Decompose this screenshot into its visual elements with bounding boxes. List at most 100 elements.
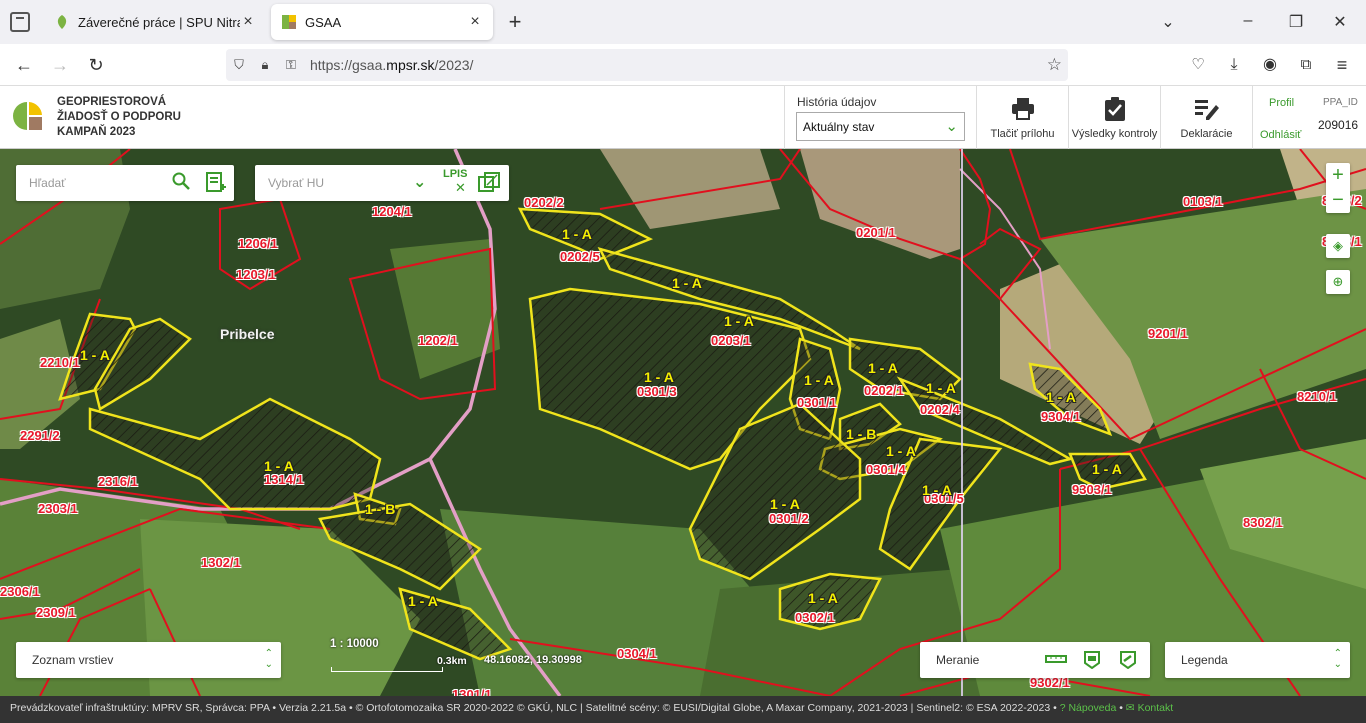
measure-label: Meranie (936, 653, 980, 667)
lpis-toggle-icon[interactable]: LPIS ✕ (443, 168, 467, 196)
legend-select[interactable]: Legenda ⌃ ⌄ (1165, 642, 1350, 678)
control-results-button[interactable]: Výsledky kontroly (1068, 86, 1160, 149)
menu-icon[interactable]: ≡ (1330, 53, 1354, 77)
declaration-label: 1 - B (365, 501, 396, 517)
declaration-label: 1 - A (264, 458, 294, 474)
logout-link[interactable]: Odhlásiť (1260, 129, 1301, 141)
reload-icon[interactable]: ↻ (84, 53, 108, 77)
parcel-label: 0201/1 (856, 225, 896, 240)
parcel-label: 0301/4 (866, 462, 906, 477)
chevron-down-icon[interactable]: ⌄ (413, 172, 426, 192)
parcel-label: 0301/1 (797, 395, 837, 410)
spu-favicon-icon (54, 14, 70, 30)
parcel-label: 1302/1 (201, 555, 241, 570)
browser-nav-bar: ← → ↻ ⛉ 🔒︎ ⚿ https://gsaa.mpsr.sk/2023/ … (0, 44, 1366, 86)
account-icon[interactable]: ◉ (1258, 53, 1282, 77)
brand-title: GEOPRIESTOROVÁ ŽIADOSŤ O PODPORU KAMPAŇ … (57, 95, 181, 140)
zoom-in-button[interactable]: + (1326, 163, 1350, 188)
bookmark-star-icon[interactable]: ☆ (1047, 55, 1062, 75)
parcel-label: 9304/1 (1041, 409, 1081, 424)
declaration-label: 1 - A (672, 275, 702, 291)
parcel-label: 2210/1 (40, 355, 80, 370)
legend-label: Legenda (1181, 653, 1228, 667)
parcel-label: 1314/1 (264, 472, 304, 487)
layers-list-label: Zoznam vrstiev (32, 653, 114, 667)
cursor-coordinates: 48.16082, 19.30998 (484, 654, 582, 666)
history-select[interactable]: Aktuálny stav ⌄ (796, 112, 965, 141)
parcel-label: 0302/1 (795, 610, 835, 625)
print-attachment-button[interactable]: Tlačiť prílohu (976, 86, 1068, 149)
layers-list-select[interactable]: Zoznam vrstiev ⌃ ⌄ (16, 642, 281, 678)
restore-icon[interactable]: ❐ (1284, 12, 1308, 32)
close-icon[interactable]: × (240, 14, 256, 30)
parcel-label: 9201/1 (1148, 326, 1188, 341)
declaration-label: 1 - A (808, 590, 838, 606)
parcel-label: 0202/4 (920, 402, 960, 417)
search-input[interactable]: Hľadať (29, 176, 66, 190)
parcel-label: 0301/3 (637, 384, 677, 399)
print-label: Tlačiť prílohu (990, 128, 1055, 140)
parcel-label: 1204/1 (372, 204, 412, 219)
parcel-label: 2303/1 (38, 501, 78, 516)
chevron-down-icon[interactable]: ⌄ (1156, 12, 1180, 32)
help-link[interactable]: Nápoveda (1068, 702, 1116, 714)
lock-icon[interactable]: 🔒︎ (252, 57, 278, 73)
clipboard-check-icon (1069, 96, 1160, 122)
browser-tab-spu[interactable]: Záverečné práce | SPU Nitra × (44, 4, 266, 40)
measurement-line (961, 149, 963, 696)
history-selected-value: Aktuálny stav (803, 120, 875, 134)
back-arrow-icon[interactable]: ← (12, 53, 36, 77)
parcel-label: 0202/5 (560, 249, 600, 264)
zoom-out-button[interactable]: − (1326, 188, 1350, 213)
parcel-label: 1301/1 (452, 687, 492, 696)
declarations-button[interactable]: Deklarácie (1160, 86, 1252, 149)
tab-overview-icon[interactable] (10, 12, 30, 32)
declaration-label: 1 - A (868, 360, 898, 376)
village-label: Pribelce (220, 326, 275, 342)
download-icon[interactable]: ⤓ (1222, 53, 1246, 77)
parcel-label: 0103/1 (1183, 194, 1223, 209)
scale-distance: 0.3km (437, 655, 467, 667)
parcel-label: 2309/1 (36, 605, 76, 620)
map-canvas[interactable]: 0202/2 0202/5 1204/1 1206/1 1203/1 0201/… (0, 149, 1366, 696)
profile-link[interactable]: Profil (1269, 97, 1294, 109)
url-prefix: https://gsaa. (310, 57, 387, 73)
key-icon[interactable]: ⚿ (278, 57, 304, 73)
declaration-label: 1 - A (724, 313, 754, 329)
footer: Prevádzkovateľ infraštruktúry: MPRV SR, … (0, 696, 1366, 723)
tab-title: GSAA (305, 14, 342, 30)
profile-panel: Profil Odhlásiť PPA_ID 209016 (1252, 86, 1366, 149)
gsaa-favicon-icon (281, 14, 297, 30)
map-scale-ratio: 1 : 10000 (330, 638, 379, 650)
browser-tab-gsaa[interactable]: GSAA × (271, 4, 493, 40)
parcel-label: 1206/1 (238, 236, 278, 251)
orthophoto-layer (0, 149, 1366, 696)
brand-line: KAMPAŇ 2023 (57, 126, 136, 138)
url-bar[interactable]: ⛉ 🔒︎ ⚿ https://gsaa.mpsr.sk/2023/ ☆ (226, 49, 1068, 81)
declaration-label: 1 - A (926, 380, 956, 396)
gsaa-logo[interactable] (12, 100, 44, 132)
contact-link[interactable]: Kontakt (1138, 702, 1174, 714)
shield-icon[interactable]: ⛉ (226, 57, 252, 73)
extensions-icon[interactable]: ⧉ (1294, 53, 1318, 77)
app-header: GEOPRIESTOROVÁ ŽIADOSŤ O PODPORU KAMPAŇ … (0, 86, 1366, 149)
search-box[interactable]: Hľadať (16, 165, 234, 201)
minimize-icon[interactable]: – (1236, 12, 1260, 30)
parcel-label: 0301/2 (769, 511, 809, 526)
new-tab-icon[interactable]: + (503, 10, 527, 34)
declaration-label: 1 - A (770, 496, 800, 512)
layers-icon[interactable]: ◈ (1326, 234, 1350, 258)
close-icon[interactable]: × (467, 14, 483, 30)
locate-icon[interactable]: ⊕ (1326, 270, 1350, 294)
results-label: Výsledky kontroly (1071, 128, 1158, 140)
tab-title: Záverečné práce | SPU Nitra (78, 14, 240, 30)
declaration-label: 1 - A (804, 372, 834, 388)
forward-arrow-icon[interactable]: → (48, 53, 72, 77)
window-close-icon[interactable]: ✕ (1328, 12, 1352, 32)
url-text[interactable]: https://gsaa.mpsr.sk/2023/ (310, 57, 473, 73)
declaration-label: 1 - A (644, 369, 674, 385)
hu-select[interactable]: Vybrať HU ⌄ LPIS ✕ (255, 165, 509, 201)
pocket-icon[interactable]: ♡ (1186, 53, 1210, 77)
edit-list-icon (1161, 96, 1252, 122)
parcel-label: 8210/1 (1297, 389, 1337, 404)
